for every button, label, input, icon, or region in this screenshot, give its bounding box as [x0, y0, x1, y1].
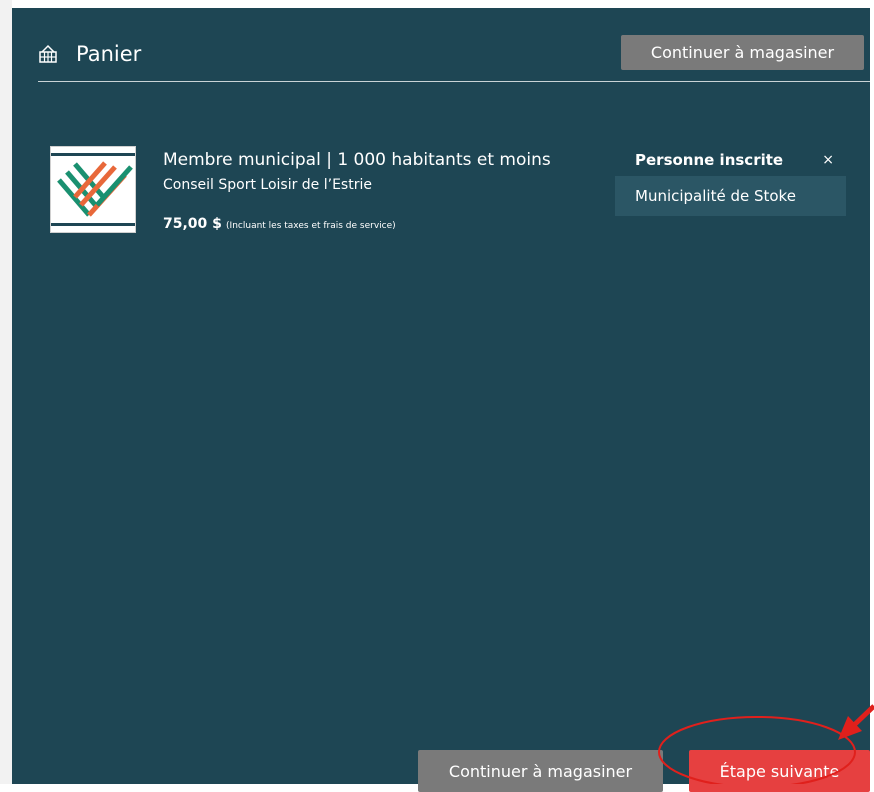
logo-bottom-bar	[51, 223, 135, 226]
header-divider	[38, 81, 870, 82]
registrant-box: Personne inscrite × Municipalité de Stok…	[615, 144, 846, 216]
page-title: Panier	[76, 42, 142, 66]
product-logo	[50, 146, 136, 233]
registrant-label: Personne inscrite	[635, 151, 784, 169]
close-icon[interactable]: ×	[818, 150, 838, 170]
cart-header: Panier	[38, 38, 141, 70]
item-price-line: 75,00 $ (Incluant les taxes et frais de …	[163, 216, 396, 232]
continue-shopping-button-bottom[interactable]: Continuer à magasiner	[418, 750, 663, 792]
registrant-name: Municipalité de Stoke	[615, 176, 846, 216]
registrant-header: Personne inscrite ×	[615, 144, 846, 176]
product-logo-mark	[57, 161, 133, 217]
item-title: Membre municipal | 1 000 habitants et mo…	[163, 150, 551, 170]
next-step-button[interactable]: Étape suivante	[689, 750, 870, 792]
continue-shopping-button-top[interactable]: Continuer à magasiner	[621, 35, 864, 70]
basket-icon	[38, 44, 58, 64]
item-price: 75,00 $	[163, 216, 222, 232]
page-left-margin	[0, 0, 12, 784]
cart-panel: Panier Continuer à magasiner Membre muni…	[12, 8, 870, 792]
logo-top-bar	[51, 153, 135, 156]
item-organization: Conseil Sport Loisir de l’Estrie	[163, 177, 372, 193]
item-price-note: (Incluant les taxes et frais de service)	[226, 221, 396, 231]
